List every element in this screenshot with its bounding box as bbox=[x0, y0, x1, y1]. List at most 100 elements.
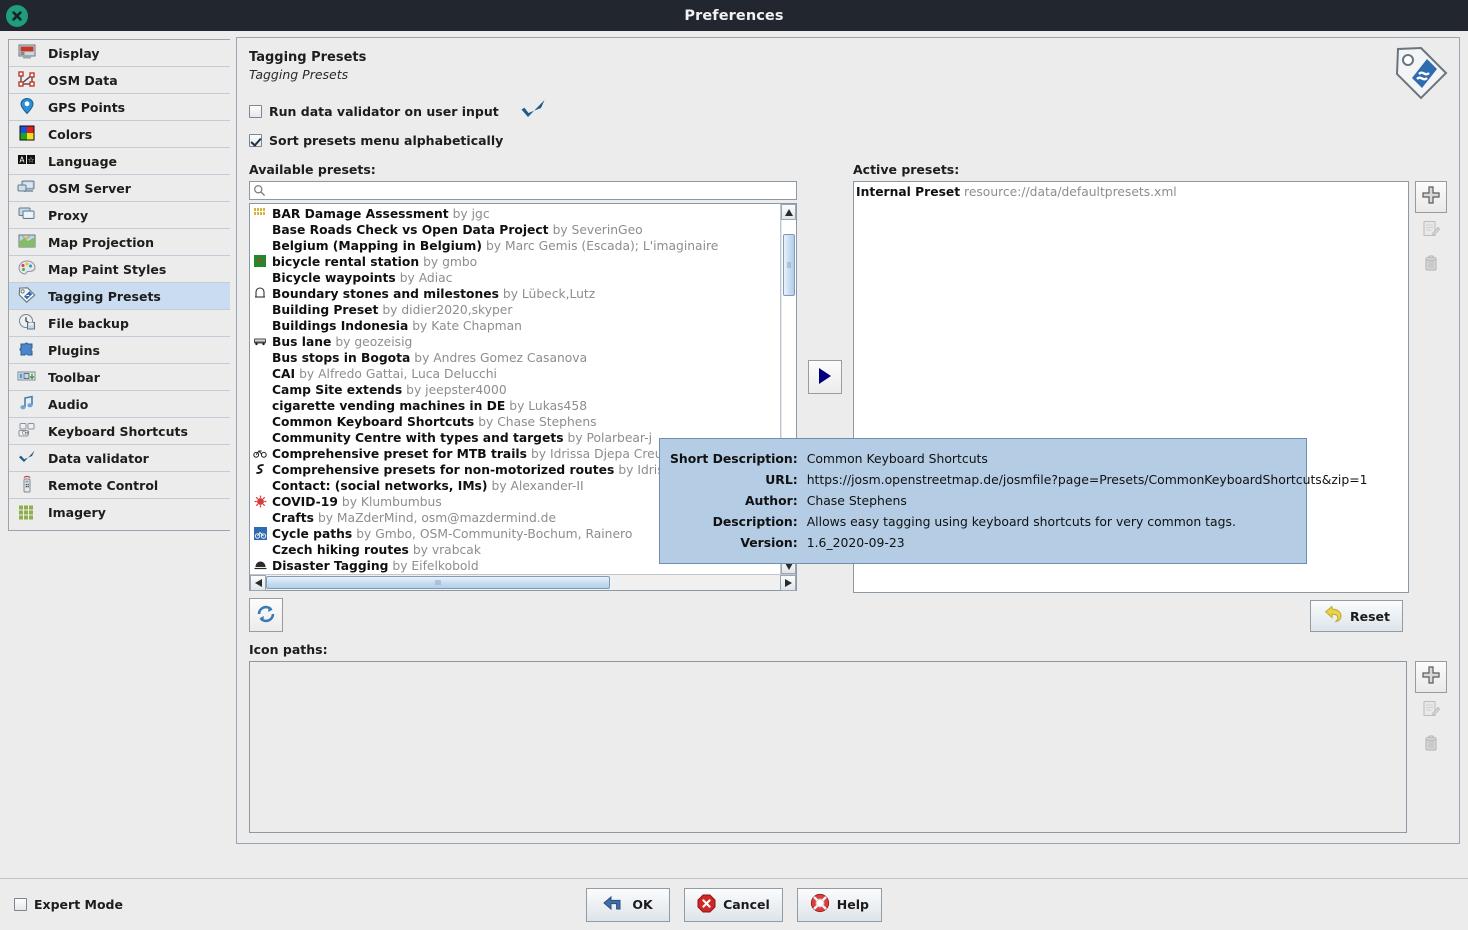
sidebar-item-gps-points[interactable]: GPS Points bbox=[9, 94, 230, 121]
refresh-presets-button[interactable] bbox=[249, 598, 283, 632]
edit-icon-path-button[interactable] bbox=[1415, 695, 1447, 727]
list-item[interactable]: Bus stops in Bogota by Andres Gomez Casa… bbox=[252, 350, 780, 366]
list-item[interactable]: Camp Site extends by jeepster4000 bbox=[252, 382, 780, 398]
sidebar-item-toolbar[interactable]: Toolbar bbox=[9, 364, 230, 391]
sidebar-item-osm-server[interactable]: OSM Server bbox=[9, 175, 230, 202]
svg-text:☆: ☆ bbox=[28, 156, 35, 165]
preset-author: by Lübeck,Lutz bbox=[503, 286, 595, 302]
horizontal-scrollbar[interactable] bbox=[250, 574, 796, 590]
sidebar-item-remote-control[interactable]: Remote Control bbox=[9, 472, 230, 499]
add-preset-button[interactable] bbox=[1415, 181, 1447, 213]
sidebar-item-label: Map Paint Styles bbox=[48, 262, 166, 277]
preset-name: COVID-19 bbox=[272, 494, 338, 510]
bus-lane-icon bbox=[252, 335, 268, 349]
list-item[interactable]: Base Roads Check vs Open Data Project by… bbox=[252, 222, 780, 238]
list-item[interactable]: Buildings Indonesia by Kate Chapman bbox=[252, 318, 780, 334]
add-icon-path-button[interactable] bbox=[1415, 661, 1447, 693]
icon-paths-label: Icon paths: bbox=[249, 642, 1447, 657]
sidebar-item-map-paint-styles[interactable]: Map Paint Styles bbox=[9, 256, 230, 283]
run-validator-label: Run data validator on user input bbox=[269, 104, 499, 119]
tooltip-key: Version: bbox=[670, 532, 807, 553]
list-item[interactable]: bicycle rental station by gmbo bbox=[252, 254, 780, 270]
delete-preset-button[interactable] bbox=[1415, 249, 1447, 281]
icon-paths-list[interactable] bbox=[249, 661, 1407, 833]
data-validator-icon bbox=[17, 448, 39, 468]
edit-preset-button[interactable] bbox=[1415, 215, 1447, 247]
page-subtitle: Tagging Presets bbox=[249, 67, 1447, 82]
preset-name: Comprehensive preset for MTB trails bbox=[272, 446, 527, 462]
language-icon: A ☆ bbox=[17, 151, 39, 171]
run-validator-checkbox-row[interactable]: Run data validator on user input bbox=[249, 98, 1447, 124]
list-item[interactable]: BAR Damage Assessment by jgc bbox=[252, 206, 780, 222]
svg-text:Ctrl: Ctrl bbox=[22, 431, 29, 436]
sidebar-item-label: Remote Control bbox=[48, 478, 158, 493]
sidebar-item-map-projection[interactable]: Map Projection bbox=[9, 229, 230, 256]
sidebar-item-colors[interactable]: Colors bbox=[9, 121, 230, 148]
scroll-right-button[interactable] bbox=[780, 575, 796, 591]
help-button[interactable]: Help bbox=[797, 888, 882, 922]
list-item[interactable]: Boundary stones and milestones by Lübeck… bbox=[252, 286, 780, 302]
map-paint-styles-icon bbox=[17, 259, 39, 279]
list-item[interactable]: Common Keyboard Shortcuts by Chase Steph… bbox=[252, 414, 780, 430]
virus-icon bbox=[252, 495, 268, 509]
delete-icon-path-button[interactable] bbox=[1415, 729, 1447, 761]
sidebar-item-plugins[interactable]: Plugins bbox=[9, 337, 230, 364]
search-input[interactable] bbox=[266, 183, 796, 199]
sidebar-item-file-backup[interactable]: File backup bbox=[9, 310, 230, 337]
preferences-sidebar[interactable]: Display OSM Data bbox=[8, 39, 230, 531]
vertical-scroll-thumb[interactable] bbox=[783, 234, 795, 296]
list-item[interactable]: Bicycle waypoints by Adiac bbox=[252, 270, 780, 286]
preset-name: Contact: (social networks, IMs) bbox=[272, 478, 488, 494]
sidebar-item-language[interactable]: A ☆ Language bbox=[9, 148, 230, 175]
sidebar-item-osm-data[interactable]: OSM Data bbox=[9, 67, 230, 94]
sidebar-item-data-validator[interactable]: Data validator bbox=[9, 445, 230, 472]
list-item[interactable]: Belgium (Mapping in Belgium) by Marc Gem… bbox=[252, 238, 780, 254]
move-to-active-button[interactable] bbox=[808, 360, 842, 394]
tooltip-value: 1.6_2020-09-23 bbox=[807, 532, 1368, 553]
active-presets-tools[interactable] bbox=[1415, 181, 1447, 281]
file-backup-icon bbox=[17, 313, 39, 333]
list-item[interactable]: Internal Preset resource://data/defaultp… bbox=[856, 184, 1408, 200]
horizontal-scroll-track[interactable] bbox=[266, 575, 780, 590]
run-validator-checkbox[interactable] bbox=[249, 105, 262, 118]
sort-presets-checkbox-row[interactable]: Sort presets menu alphabetically bbox=[249, 133, 1447, 148]
sidebar-item-label: Map Projection bbox=[48, 235, 154, 250]
scroll-left-button[interactable] bbox=[250, 575, 266, 591]
ok-button[interactable]: OK bbox=[586, 888, 670, 922]
preferences-window: Preferences Display bbox=[0, 0, 1468, 929]
preset-name: Cycle paths bbox=[272, 526, 352, 542]
green-square-icon bbox=[252, 255, 268, 269]
preset-author: by Polarbear-j bbox=[568, 430, 653, 446]
active-preset-path: resource://data/defaultpresets.xml bbox=[964, 185, 1177, 199]
sidebar-item-proxy[interactable]: Proxy bbox=[9, 202, 230, 229]
page-title: Tagging Presets bbox=[249, 50, 1447, 65]
horizontal-scroll-thumb[interactable] bbox=[266, 576, 610, 589]
scroll-up-button[interactable] bbox=[781, 204, 796, 220]
preset-name: cigarette vending machines in DE bbox=[272, 398, 505, 414]
sidebar-item-tagging-presets[interactable]: Tagging Presets bbox=[9, 283, 230, 310]
list-item[interactable]: CAI by Alfredo Gattai, Luca Delucchi bbox=[252, 366, 780, 382]
sort-presets-checkbox[interactable] bbox=[249, 134, 262, 147]
icon-paths-tools[interactable] bbox=[1415, 661, 1447, 761]
cancel-icon bbox=[697, 894, 716, 916]
preset-name: Belgium (Mapping in Belgium) bbox=[272, 238, 482, 254]
reset-button[interactable]: Reset bbox=[1310, 600, 1403, 632]
sidebar-item-display[interactable]: Display bbox=[9, 40, 230, 67]
cancel-button[interactable]: Cancel bbox=[684, 888, 783, 922]
list-item[interactable]: cigarette vending machines in DE by Luka… bbox=[252, 398, 780, 414]
list-item[interactable]: Bus lane by geozeisig bbox=[252, 334, 780, 350]
arrow-right-icon bbox=[817, 367, 833, 388]
sidebar-item-keyboard-shortcuts[interactable]: Ctrl Keyboard Shortcuts bbox=[9, 418, 230, 445]
preset-search-box[interactable] bbox=[249, 181, 797, 200]
tooltip-value: https://josm.openstreetmap.de/josmfile?p… bbox=[807, 469, 1368, 490]
svg-text:A: A bbox=[19, 156, 25, 165]
sidebar-item-audio[interactable]: Audio bbox=[9, 391, 230, 418]
preset-name: Community Centre with types and targets bbox=[272, 430, 564, 446]
tagging-presets-panel: Tagging Presets Tagging Presets Run data… bbox=[236, 37, 1460, 844]
close-icon[interactable] bbox=[6, 5, 28, 27]
preset-author: by gmbo bbox=[423, 254, 477, 270]
sidebar-item-imagery[interactable]: Imagery bbox=[9, 499, 230, 526]
list-item[interactable]: Building Preset by didier2020,skyper bbox=[252, 302, 780, 318]
proxy-icon bbox=[17, 205, 39, 225]
cancel-label: Cancel bbox=[723, 897, 770, 912]
